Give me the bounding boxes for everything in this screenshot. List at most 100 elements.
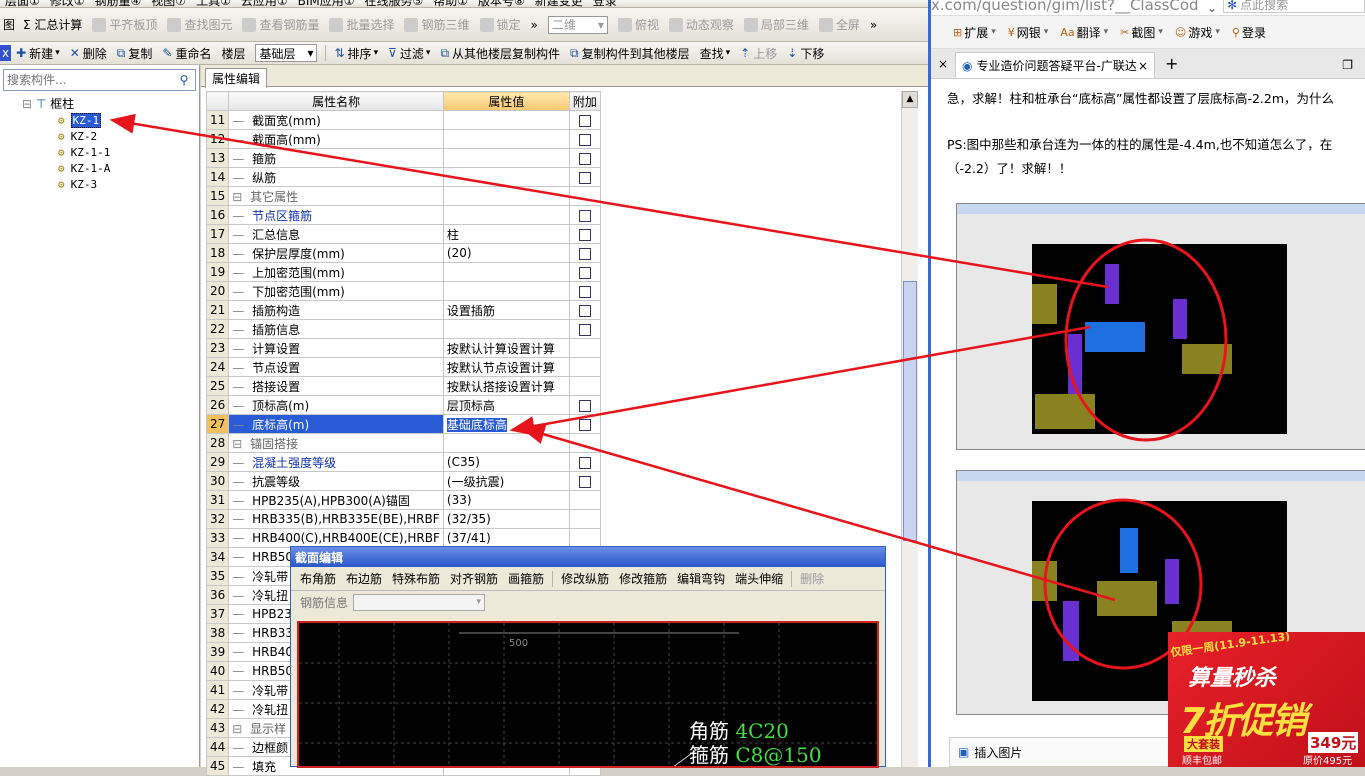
section-button-5[interactable]: 修改纵筋 bbox=[556, 567, 614, 590]
extra-checkbox[interactable] bbox=[578, 285, 591, 298]
menu-item-4[interactable]: 工具① bbox=[191, 0, 236, 7]
component-search-input[interactable] bbox=[4, 73, 173, 87]
bookmark-2[interactable]: Aa 翻译 ▾ bbox=[1060, 24, 1108, 41]
search-icon[interactable]: ⚲ bbox=[173, 73, 195, 87]
section-button-3[interactable]: 对齐钢筋 bbox=[445, 567, 503, 590]
property-row[interactable]: 24— 节点设置 按默认节点设置计算 bbox=[205, 357, 601, 377]
property-name[interactable]: — HPB235(A),HPB300(A)锚固 bbox=[228, 490, 444, 510]
component-button-2[interactable]: ⧉ 复制 bbox=[112, 45, 158, 62]
view-button-0[interactable]: 俯视 bbox=[613, 16, 664, 33]
property-name[interactable]: — 抗震等级 bbox=[228, 471, 444, 491]
property-name[interactable]: — 节点设置 bbox=[228, 357, 444, 377]
property-row[interactable]: 31— HPB235(A),HPB300(A)锚固 (33) bbox=[205, 490, 601, 510]
property-row[interactable]: 19— 上加密范围(mm) bbox=[205, 262, 601, 282]
list-button-1[interactable]: ⊽ 过滤 ▾ bbox=[383, 45, 435, 62]
tree-item[interactable]: ⚙ KZ-1-1 bbox=[58, 144, 199, 160]
extra-checkbox[interactable] bbox=[578, 152, 591, 165]
property-value[interactable] bbox=[442, 129, 570, 149]
menu-item-3[interactable]: 视图⑦ bbox=[146, 0, 191, 7]
toolbar-button-4[interactable]: 批量选择 bbox=[324, 16, 399, 33]
list-button-6[interactable]: ⇣ 下移 bbox=[782, 45, 829, 62]
property-value[interactable]: 基础底标高 bbox=[442, 414, 570, 434]
property-row[interactable]: 33— HRB400(C),HRB400E(CE),HRBF (37/41) bbox=[205, 528, 601, 548]
list-button-5[interactable]: ⇡ 上移 bbox=[735, 45, 782, 62]
property-value[interactable] bbox=[442, 319, 570, 339]
section-button-6[interactable]: 修改箍筋 bbox=[614, 567, 672, 590]
menu-item-6[interactable]: BIM应用① bbox=[293, 0, 360, 7]
property-value[interactable]: 按默认节点设置计算 bbox=[442, 357, 570, 377]
property-name[interactable]: — 汇总信息 bbox=[228, 224, 444, 244]
extra-checkbox[interactable] bbox=[578, 247, 591, 260]
property-value[interactable]: 柱 bbox=[442, 224, 570, 244]
toolbar-button-5[interactable]: 钢筋三维 bbox=[399, 16, 474, 33]
url-text[interactable]: x.com/question/gim/list?__ClassCod bbox=[931, 0, 1201, 14]
property-row[interactable]: 22— 插筋信息 bbox=[205, 319, 601, 339]
screenshot-thumbnail-1[interactable] bbox=[956, 203, 1365, 450]
bookmark-5[interactable]: ⚲ 登录 bbox=[1232, 24, 1266, 41]
property-name[interactable]: — 截面高(mm) bbox=[228, 129, 444, 149]
tree-item[interactable]: ⚙ KZ-1-A bbox=[58, 160, 199, 176]
extra-checkbox[interactable] bbox=[578, 114, 591, 127]
property-value[interactable]: 按默认计算设置计算 bbox=[442, 338, 570, 358]
group-collapse-icon[interactable]: ⊟ bbox=[232, 722, 246, 736]
list-button-2[interactable]: ⧉ 从其他楼层复制构件 bbox=[435, 45, 565, 62]
property-value[interactable]: 设置插筋 bbox=[442, 300, 570, 320]
property-value[interactable]: 按默认搭接设置计算 bbox=[442, 376, 570, 396]
view-button-3[interactable]: 全屏 bbox=[814, 16, 865, 33]
property-name[interactable]: — HRB400(C),HRB400E(CE),HRBF bbox=[228, 528, 444, 548]
property-row[interactable]: 32— HRB335(B),HRB335E(BE),HRBF (32/35) bbox=[205, 509, 601, 529]
scroll-thumb[interactable] bbox=[903, 281, 917, 541]
property-name[interactable]: — 混凝土强度等级 bbox=[228, 452, 444, 472]
menu-item-9[interactable]: 版本号⑧ bbox=[473, 0, 530, 7]
extra-checkbox[interactable] bbox=[578, 228, 591, 241]
dropdown-chevron-icon[interactable]: ⌄ bbox=[1207, 1, 1217, 15]
rebar-info-select[interactable]: ▾ bbox=[353, 593, 486, 611]
property-name[interactable]: — 节点区箍筋 bbox=[228, 205, 444, 225]
tree-root[interactable]: ⊟ ⊤ 框柱 bbox=[0, 95, 199, 112]
property-value[interactable]: (33) bbox=[442, 490, 570, 510]
property-name[interactable]: — 计算设置 bbox=[228, 338, 444, 358]
property-row[interactable]: 30— 抗震等级 (一级抗震) bbox=[205, 471, 601, 491]
menu-item-7[interactable]: 在线服务⑤ bbox=[359, 0, 428, 7]
property-value[interactable]: (一级抗震) bbox=[442, 471, 570, 491]
extra-checkbox[interactable] bbox=[578, 171, 591, 184]
new-tab-icon[interactable]: + bbox=[1165, 54, 1178, 73]
property-name[interactable]: — 箍筋 bbox=[228, 148, 444, 168]
property-row[interactable]: 14— 纵筋 bbox=[205, 167, 601, 187]
menu-item-1[interactable]: 修改① bbox=[45, 0, 90, 7]
view-button-2[interactable]: 局部三维 bbox=[739, 16, 814, 33]
tab-property-edit[interactable]: 属性编辑 bbox=[205, 68, 268, 88]
property-name[interactable]: — 上加密范围(mm) bbox=[228, 262, 444, 282]
menu-item-0[interactable]: 层面① bbox=[0, 0, 45, 7]
property-value[interactable]: (20) bbox=[442, 243, 570, 263]
extra-checkbox[interactable] bbox=[578, 209, 591, 222]
menu-item-8[interactable]: 帮助① bbox=[428, 0, 473, 7]
more-chevron-icon[interactable]: » bbox=[526, 8, 543, 41]
property-value[interactable]: 层顶标高 bbox=[442, 395, 570, 415]
section-canvas[interactable]: 500 角筋 4C20 箍筋 C8@150 bbox=[297, 621, 879, 768]
tree-item[interactable]: ⚙ KZ-2 bbox=[58, 128, 199, 144]
more-chevron-icon-2[interactable]: » bbox=[865, 8, 882, 41]
tree-item[interactable]: ⚙ KZ-3 bbox=[58, 176, 199, 192]
view-button-1[interactable]: 动态观察 bbox=[664, 16, 739, 33]
property-name[interactable]: — 截面宽(mm) bbox=[228, 110, 444, 130]
property-value[interactable] bbox=[442, 110, 570, 130]
property-row[interactable]: 11— 截面宽(mm) bbox=[205, 110, 601, 130]
list-button-4[interactable]: 查找 ▾ bbox=[695, 45, 736, 62]
property-row[interactable]: 20— 下加密范围(mm) bbox=[205, 281, 601, 301]
property-value[interactable] bbox=[442, 167, 570, 187]
group-collapse-icon[interactable]: ⊟ bbox=[232, 190, 246, 204]
section-button-4[interactable]: 画箍筋 bbox=[503, 567, 549, 590]
panel-close-icon[interactable]: x bbox=[0, 45, 12, 61]
property-value[interactable]: (C35) bbox=[442, 452, 570, 472]
extra-checkbox[interactable] bbox=[578, 266, 591, 279]
extra-checkbox[interactable] bbox=[578, 133, 591, 146]
property-row[interactable]: 28 ⊟ 锚固搭接 bbox=[205, 433, 601, 453]
component-button-3[interactable]: ✎ 重命名 bbox=[157, 45, 216, 62]
extra-checkbox[interactable] bbox=[578, 323, 591, 336]
property-name[interactable]: — 下加密范围(mm) bbox=[228, 281, 444, 301]
property-name[interactable]: — 底标高(m) bbox=[228, 414, 444, 434]
property-row[interactable]: 29— 混凝土强度等级 (C35) bbox=[205, 452, 601, 472]
bookmark-0[interactable]: ⊞ 扩展 ▾ bbox=[953, 24, 996, 41]
component-button-0[interactable]: ✚ 新建 ▾ bbox=[11, 45, 65, 62]
